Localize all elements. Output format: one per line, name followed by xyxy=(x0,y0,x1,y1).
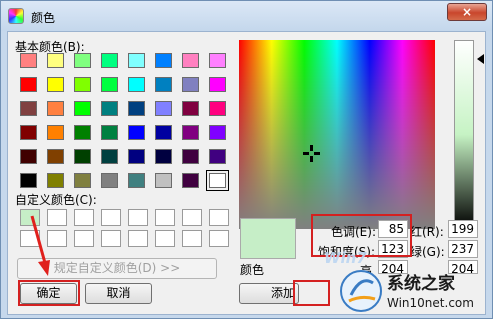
basic-color-swatch[interactable] xyxy=(74,149,91,164)
add-button-highlight xyxy=(293,280,330,306)
custom-color-swatch[interactable] xyxy=(155,230,175,247)
brand-text: 系统之家 xyxy=(387,273,455,294)
basic-color-swatch[interactable] xyxy=(20,77,37,92)
basic-color-swatch[interactable] xyxy=(209,101,226,116)
basic-color-swatch[interactable] xyxy=(209,77,226,92)
cancel-button[interactable]: 取消 xyxy=(85,283,152,304)
custom-color-swatch[interactable] xyxy=(128,209,148,226)
basic-color-swatch[interactable] xyxy=(155,173,172,188)
green-input[interactable]: 237 xyxy=(448,240,478,258)
close-button[interactable]: × xyxy=(447,3,487,21)
basic-color-swatch[interactable] xyxy=(128,149,145,164)
basic-color-swatch[interactable] xyxy=(209,125,226,140)
basic-color-swatch[interactable] xyxy=(47,149,64,164)
define-custom-colors-button[interactable]: 规定自定义颜色(D) >> xyxy=(17,258,217,279)
basic-color-swatch[interactable] xyxy=(155,101,172,116)
basic-color-swatch[interactable] xyxy=(155,53,172,68)
basic-color-swatch[interactable] xyxy=(101,173,118,188)
custom-color-swatch[interactable] xyxy=(20,209,40,226)
custom-color-swatch[interactable] xyxy=(209,209,229,226)
custom-color-swatch[interactable] xyxy=(128,230,148,247)
basic-color-swatch[interactable] xyxy=(47,101,64,116)
basic-color-swatch[interactable] xyxy=(182,125,199,140)
basic-color-swatch[interactable] xyxy=(47,173,64,188)
basic-color-swatch[interactable] xyxy=(20,173,37,188)
basic-color-swatch[interactable] xyxy=(20,149,37,164)
color-preview xyxy=(240,218,296,259)
basic-color-swatch[interactable] xyxy=(206,170,229,191)
basic-color-swatch[interactable] xyxy=(101,77,118,92)
custom-color-swatch[interactable] xyxy=(101,230,121,247)
color-dialog-window: 颜色 × 基本颜色(B): 自定义颜色(C): 规定自定义颜色(D) >> 确定… xyxy=(0,0,493,319)
preview-label: 颜色 xyxy=(240,263,265,277)
custom-color-swatch[interactable] xyxy=(20,230,40,247)
custom-color-swatch[interactable] xyxy=(47,230,67,247)
basic-color-swatch[interactable] xyxy=(47,125,64,140)
window-title: 颜色 xyxy=(31,11,56,25)
basic-color-swatch[interactable] xyxy=(209,149,226,164)
red-input[interactable]: 199 xyxy=(448,220,478,238)
basic-color-swatch[interactable] xyxy=(128,77,145,92)
color-spectrum[interactable] xyxy=(239,40,435,229)
custom-color-swatch[interactable] xyxy=(47,209,67,226)
site-logo-watermark: 系统之家 Win10net.com xyxy=(340,270,474,312)
basic-color-swatch[interactable] xyxy=(182,77,199,92)
basic-color-swatch[interactable] xyxy=(101,101,118,116)
basic-color-swatch[interactable] xyxy=(74,173,91,188)
crosshair-icon xyxy=(303,145,320,162)
green-label: 绿(G): xyxy=(410,245,445,259)
basic-color-swatch[interactable] xyxy=(155,149,172,164)
brand-url: Win10net.com xyxy=(387,296,474,310)
basic-color-swatch[interactable] xyxy=(182,101,199,116)
basic-color-swatch[interactable] xyxy=(209,53,226,68)
basic-color-swatch[interactable] xyxy=(74,125,91,140)
custom-color-swatch[interactable] xyxy=(182,230,202,247)
ok-button-highlight xyxy=(18,280,80,306)
luminance-pointer-icon[interactable] xyxy=(477,54,484,64)
add-to-custom-colors-button[interactable]: 添加 xyxy=(239,283,299,304)
basic-color-swatch[interactable] xyxy=(182,53,199,68)
basic-color-swatch[interactable] xyxy=(155,125,172,140)
basic-color-swatch[interactable] xyxy=(128,125,145,140)
basic-color-swatch[interactable] xyxy=(74,101,91,116)
custom-color-swatch[interactable] xyxy=(182,209,202,226)
basic-color-swatch[interactable] xyxy=(101,53,118,68)
custom-color-swatch[interactable] xyxy=(74,209,94,226)
basic-color-swatch[interactable] xyxy=(20,125,37,140)
basic-color-swatch[interactable] xyxy=(47,77,64,92)
basic-color-swatch[interactable] xyxy=(74,77,91,92)
title-bar[interactable]: 颜色 × xyxy=(1,1,492,31)
luminance-slider[interactable] xyxy=(454,40,474,229)
basic-color-swatch[interactable] xyxy=(101,125,118,140)
basic-color-swatch[interactable] xyxy=(182,173,199,188)
basic-color-swatch[interactable] xyxy=(128,101,145,116)
basic-color-swatch[interactable] xyxy=(20,53,37,68)
custom-color-swatch[interactable] xyxy=(155,209,175,226)
basic-color-swatch[interactable] xyxy=(155,77,172,92)
basic-color-swatch[interactable] xyxy=(128,53,145,68)
color-wheel-icon xyxy=(8,8,24,24)
custom-colors-label: 自定义颜色(C): xyxy=(15,193,97,207)
custom-color-swatch[interactable] xyxy=(209,230,229,247)
red-label: 红(R): xyxy=(410,225,444,239)
custom-color-swatch[interactable] xyxy=(74,230,94,247)
basic-color-swatch[interactable] xyxy=(47,53,64,68)
basic-color-swatch[interactable] xyxy=(101,149,118,164)
custom-color-swatch[interactable] xyxy=(101,209,121,226)
basic-color-swatch[interactable] xyxy=(74,53,91,68)
basic-color-swatch[interactable] xyxy=(128,173,145,188)
basic-color-swatch[interactable] xyxy=(20,101,37,116)
basic-color-swatch[interactable] xyxy=(182,149,199,164)
